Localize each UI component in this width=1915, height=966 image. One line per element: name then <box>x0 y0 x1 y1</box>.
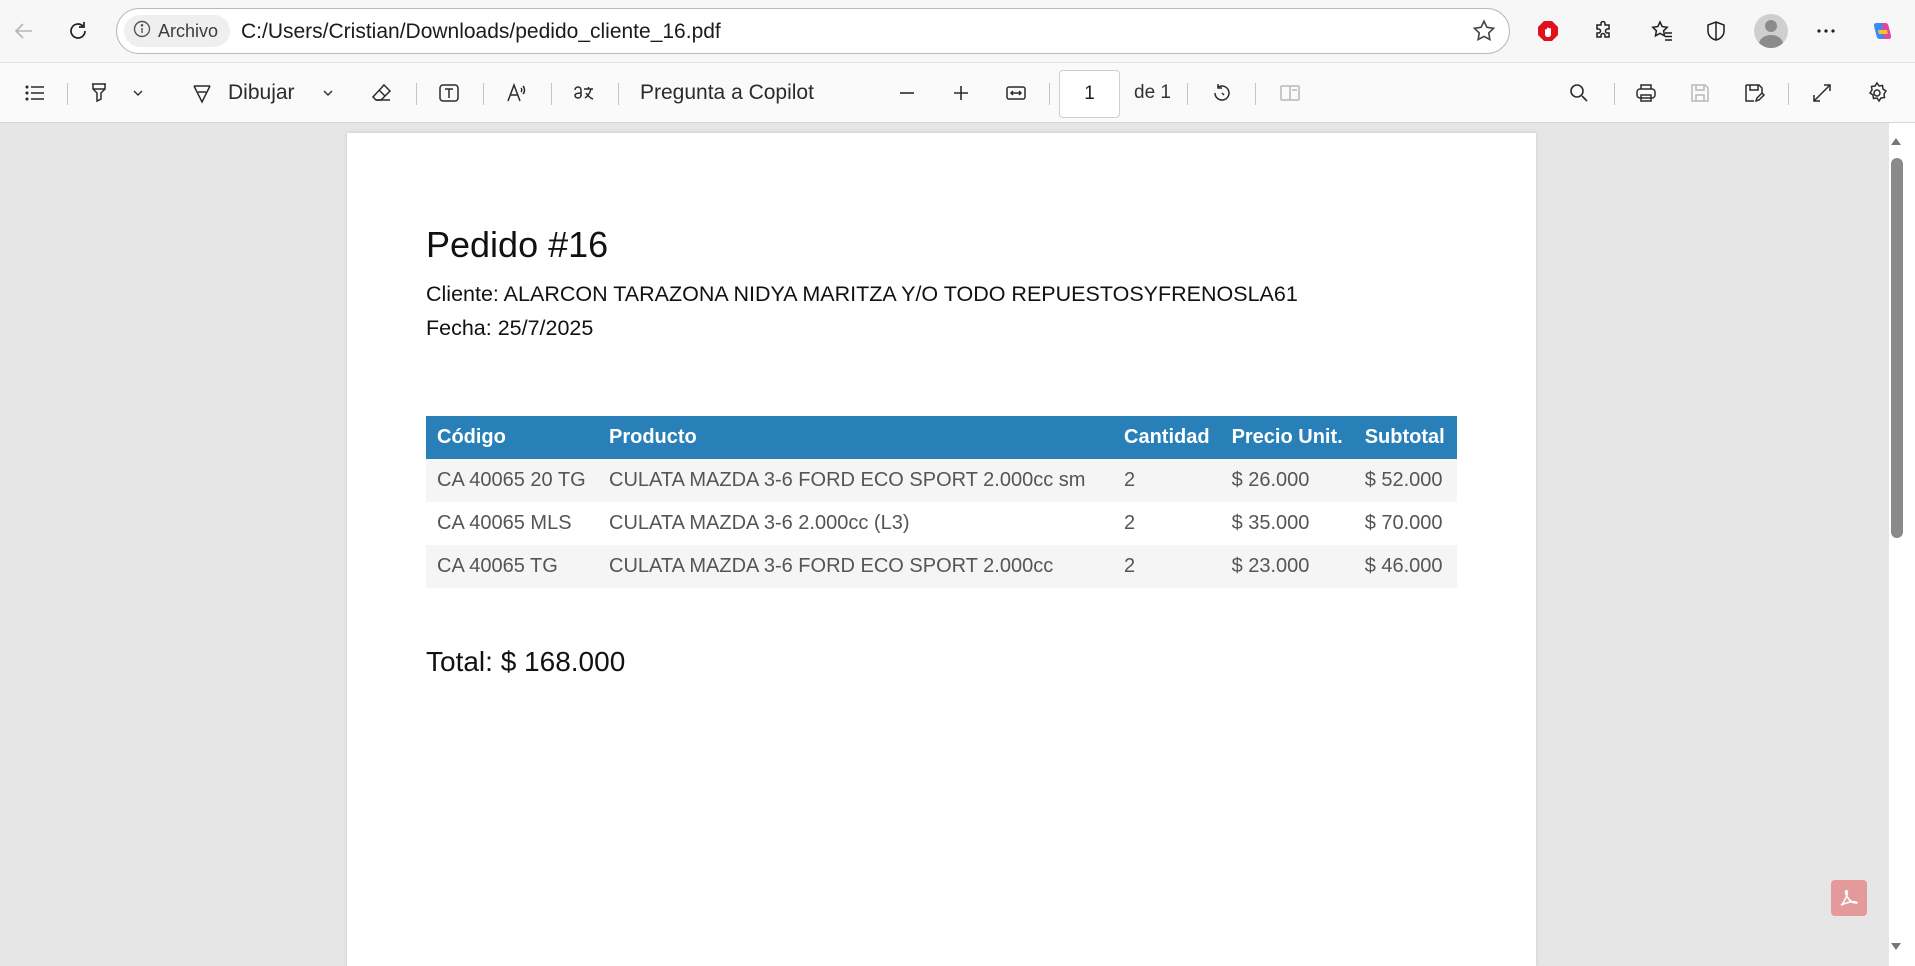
info-icon <box>132 19 152 44</box>
column-header-quantity: Cantidad <box>1113 416 1221 459</box>
order-total: Total: $ 168.000 <box>426 646 626 677</box>
browser-toolbar: Archivo C:/Users/Cristian/Downloads/pedi… <box>0 0 1915 62</box>
cell-subtotal: $ 70.000 <box>1353 502 1457 545</box>
contents-icon[interactable] <box>16 74 54 112</box>
profile-avatar <box>1754 14 1788 48</box>
fit-width-icon[interactable] <box>997 74 1035 112</box>
fullscreen-icon[interactable] <box>1803 74 1841 112</box>
ask-copilot-button[interactable]: Pregunta a Copilot <box>640 74 820 112</box>
rotate-icon[interactable] <box>1203 74 1241 112</box>
toolbar-divider <box>1187 83 1188 105</box>
pdf-toolbar: Dibujar Pregunta a Copilot 1 de 1 <box>0 62 1915 123</box>
url-text[interactable]: C:/Users/Cristian/Downloads/pedido_clien… <box>241 20 721 44</box>
column-header-subtotal: Subtotal <box>1353 416 1457 459</box>
site-info-chip[interactable]: Archivo <box>124 15 231 47</box>
favorite-star-icon[interactable] <box>1471 18 1497 44</box>
cell-quantity: 2 <box>1113 459 1221 502</box>
table-row: CA 40065 MLS CULATA MAZDA 3-6 2.000cc (L… <box>426 502 1457 545</box>
save-as-icon[interactable] <box>1735 74 1773 112</box>
two-page-icon[interactable] <box>1271 74 1309 112</box>
settings-icon[interactable] <box>1858 74 1896 112</box>
zoom-in-icon[interactable] <box>942 74 980 112</box>
toolbar-divider <box>551 83 552 105</box>
cell-product: CULATA MAZDA 3-6 FORD ECO SPORT 2.000cc … <box>598 459 1113 502</box>
translate-icon[interactable] <box>565 74 603 112</box>
cell-code: CA 40065 20 TG <box>426 459 598 502</box>
cell-subtotal: $ 46.000 <box>1353 545 1457 588</box>
adblock-icon[interactable] <box>1528 11 1568 51</box>
column-header-code: Código <box>426 416 598 459</box>
chevron-down-icon[interactable] <box>318 74 338 112</box>
page-number-input[interactable]: 1 <box>1059 70 1120 118</box>
pdf-page: Pedido #16 Cliente: ALARCON TARAZONA NID… <box>347 133 1536 966</box>
toolbar-divider <box>1788 83 1789 105</box>
favorites-icon[interactable] <box>1642 11 1682 51</box>
scrollbar-thumb[interactable] <box>1891 158 1903 538</box>
zoom-out-icon[interactable] <box>888 74 926 112</box>
toolbar-divider <box>483 83 484 105</box>
refresh-icon[interactable] <box>58 11 98 51</box>
column-header-unit-price: Precio Unit. <box>1220 416 1354 459</box>
draw-label: Dibujar <box>228 81 295 104</box>
toolbar-divider <box>416 83 417 105</box>
search-icon[interactable] <box>1560 74 1598 112</box>
date-line: Fecha: 25/7/2025 <box>426 316 594 340</box>
chevron-down-icon[interactable] <box>128 74 148 112</box>
extensions-icon[interactable] <box>1584 11 1624 51</box>
highlight-icon[interactable] <box>80 74 118 112</box>
save-icon[interactable] <box>1681 74 1719 112</box>
table-row: CA 40065 20 TG CULATA MAZDA 3-6 FORD ECO… <box>426 459 1457 502</box>
cell-product: CULATA MAZDA 3-6 FORD ECO SPORT 2.000cc <box>598 545 1113 588</box>
text-box-icon[interactable] <box>430 74 468 112</box>
shield-icon[interactable] <box>1696 11 1736 51</box>
cell-code: CA 40065 TG <box>426 545 598 588</box>
eraser-icon[interactable] <box>363 74 401 112</box>
draw-button[interactable]: Dibujar <box>228 74 304 112</box>
copilot-icon[interactable] <box>1862 11 1902 51</box>
column-header-product: Producto <box>598 416 1113 459</box>
ask-copilot-label: Pregunta a Copilot <box>640 81 814 104</box>
client-line: Cliente: ALARCON TARAZONA NIDYA MARITZA … <box>426 282 1298 306</box>
acrobat-icon[interactable] <box>1831 880 1867 916</box>
more-icon[interactable] <box>1806 11 1846 51</box>
cell-unit-price: $ 35.000 <box>1220 502 1354 545</box>
table-header-row: Código Producto Cantidad Precio Unit. Su… <box>426 416 1457 459</box>
toolbar-divider <box>1614 83 1615 105</box>
cell-unit-price: $ 23.000 <box>1220 545 1354 588</box>
cell-code: CA 40065 MLS <box>426 502 598 545</box>
address-bar[interactable]: Archivo C:/Users/Cristian/Downloads/pedi… <box>116 8 1510 54</box>
toolbar-divider <box>67 83 68 105</box>
cell-unit-price: $ 26.000 <box>1220 459 1354 502</box>
order-items-table: Código Producto Cantidad Precio Unit. Su… <box>426 416 1457 588</box>
profile-avatar-button[interactable] <box>1751 11 1791 51</box>
toolbar-divider <box>1049 83 1050 105</box>
scroll-up-icon[interactable] <box>1890 136 1902 146</box>
toolbar-divider <box>618 83 619 105</box>
page-count-label: de 1 <box>1134 82 1171 103</box>
toolbar-divider <box>1255 83 1256 105</box>
site-info-label: Archivo <box>158 20 219 41</box>
order-title: Pedido #16 <box>426 224 609 265</box>
back-icon[interactable] <box>4 11 44 51</box>
cell-product: CULATA MAZDA 3-6 2.000cc (L3) <box>598 502 1113 545</box>
draw-icon[interactable] <box>183 74 221 112</box>
cell-subtotal: $ 52.000 <box>1353 459 1457 502</box>
cell-quantity: 2 <box>1113 502 1221 545</box>
cell-quantity: 2 <box>1113 545 1221 588</box>
scroll-down-icon[interactable] <box>1890 942 1902 952</box>
print-icon[interactable] <box>1627 74 1665 112</box>
table-row: CA 40065 TG CULATA MAZDA 3-6 FORD ECO SP… <box>426 545 1457 588</box>
read-aloud-icon[interactable] <box>498 74 536 112</box>
